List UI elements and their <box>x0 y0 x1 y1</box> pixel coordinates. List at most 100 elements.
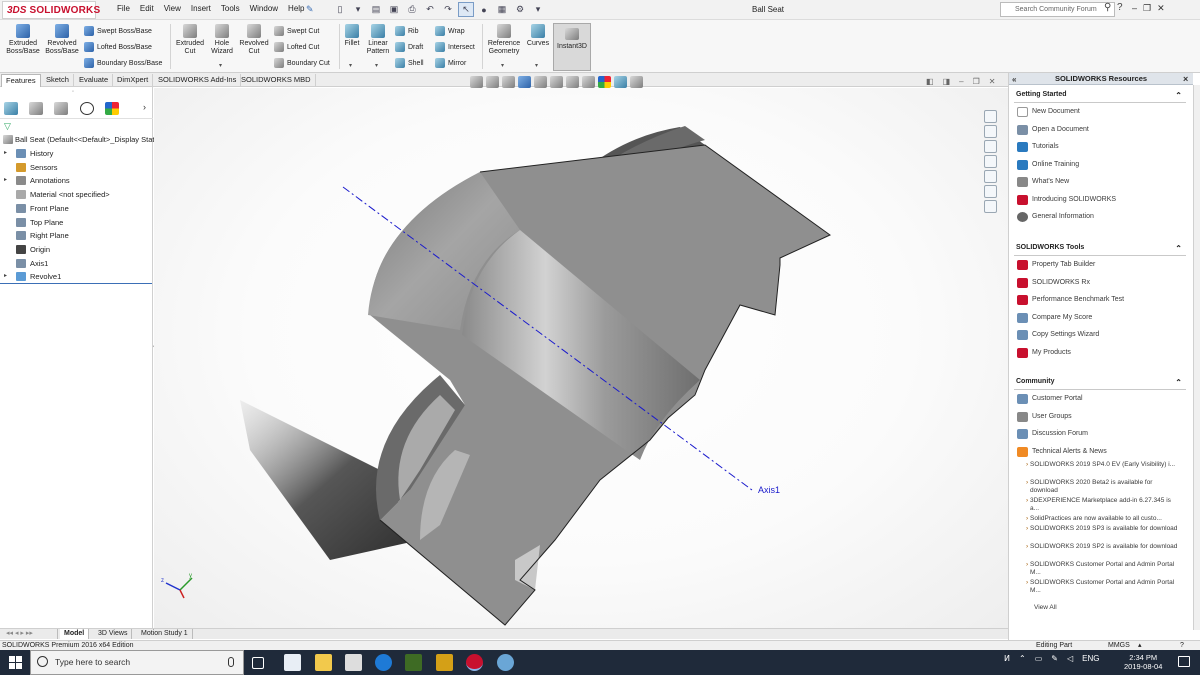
menu-view[interactable]: View <box>159 4 186 13</box>
news-item[interactable]: › SOLIDWORKS 2020 Beta2 is available for … <box>1026 479 1180 495</box>
rebuild-icon[interactable]: ● <box>476 2 492 17</box>
lofted-boss-button[interactable]: Lofted Boss/Base <box>84 42 152 52</box>
linear-pattern-button[interactable]: Linear Pattern <box>364 24 392 56</box>
task-pane-close-icon[interactable]: × <box>1183 73 1188 85</box>
boundary-boss-button[interactable]: Boundary Boss/Base <box>84 58 162 68</box>
rib-button[interactable]: Rib <box>395 26 419 36</box>
news-item[interactable]: › SOLIDWORKS 2019 SP2 is available for do… <box>1026 543 1180 551</box>
display-manager-tab-icon[interactable] <box>105 102 119 115</box>
rollback-bar[interactable] <box>0 283 152 284</box>
configurationmanager-tab-icon[interactable] <box>54 102 68 115</box>
instant3d-button[interactable]: Instant3D <box>553 23 591 71</box>
menu-insert[interactable]: Insert <box>186 4 216 13</box>
pen-icon[interactable]: ✎ <box>1051 654 1058 663</box>
action-center-icon[interactable] <box>1178 656 1190 667</box>
clock[interactable]: 2:34 PM 2019-08-04 <box>1124 653 1162 671</box>
custom-properties-icon[interactable] <box>984 185 997 198</box>
microphone-icon[interactable] <box>228 657 234 667</box>
tree-node-right-plane[interactable]: Right Plane <box>0 229 153 242</box>
tab-sketch[interactable]: Sketch <box>42 74 74 87</box>
view-settings-icon[interactable] <box>630 76 643 88</box>
tree-node-axis1[interactable]: Axis1 <box>0 257 153 270</box>
tree-node-sensors[interactable]: Sensors <box>0 161 153 174</box>
file-explorer-icon[interactable] <box>984 140 997 153</box>
help-icon[interactable]: ? <box>1117 2 1123 13</box>
hole-wizard-button[interactable]: Hole Wizard <box>208 24 236 56</box>
tab-dimxpert[interactable]: DimXpert <box>113 74 154 87</box>
section-view-icon[interactable] <box>518 76 531 88</box>
language-indicator[interactable]: ENG <box>1082 654 1099 663</box>
news-item[interactable]: › SOLIDWORKS Customer Portal and Admin Po… <box>1026 561 1180 577</box>
vpn-app-icon[interactable] <box>497 654 514 671</box>
news-item[interactable]: › SOLIDWORKS 2019 SP3 is available for do… <box>1026 525 1180 533</box>
tab-mbd[interactable]: SOLIDWORKS MBD <box>237 74 316 87</box>
undo-icon[interactable]: ↶ <box>422 2 438 17</box>
forum-icon[interactable] <box>984 200 997 213</box>
menu-window[interactable]: Window <box>245 4 283 13</box>
draft-button[interactable]: Draft <box>395 42 423 52</box>
expand-arrow-icon[interactable]: ▸ <box>4 147 7 160</box>
mail-icon[interactable] <box>345 654 362 671</box>
hole-wizard-dropdown-icon[interactable]: ▾ <box>219 62 222 69</box>
swept-boss-button[interactable]: Swept Boss/Base <box>84 26 152 36</box>
menu-edit[interactable]: Edit <box>135 4 159 13</box>
people-icon[interactable]: ⵍ <box>1004 654 1010 663</box>
hide-show-items-icon[interactable] <box>582 76 595 88</box>
tab-3d-views[interactable]: 3D Views <box>94 629 133 639</box>
revolved-boss-button[interactable]: Revolved Boss/Base <box>43 24 81 56</box>
viewport-close-icon[interactable]: ✕ <box>989 77 996 86</box>
axis-label[interactable]: Axis1 <box>758 485 780 495</box>
tree-node-annotations[interactable]: ▸ Annotations <box>0 174 153 187</box>
tree-node-revolve1[interactable]: ▸ Revolve1 <box>0 270 153 283</box>
appearances-icon[interactable] <box>984 170 997 183</box>
select-icon[interactable]: ↖ <box>458 2 474 17</box>
collapse-icon[interactable]: « <box>1012 74 1016 86</box>
view-all-link[interactable]: View All <box>1034 604 1184 612</box>
news-item[interactable]: › 3DEXPERIENCE Marketplace add-in 6.27.34… <box>1026 497 1180 513</box>
open-icon[interactable]: ▤ <box>368 2 384 17</box>
filter-icon[interactable]: ▽ <box>4 121 11 132</box>
view-orientation-icon[interactable] <box>550 76 563 88</box>
solidworks-logo[interactable]: 3DS SOLIDWORKS <box>2 1 100 19</box>
redo-icon[interactable]: ↷ <box>440 2 456 17</box>
wrap-button[interactable]: Wrap <box>435 26 465 36</box>
boundary-cut-button[interactable]: Boundary Cut <box>274 58 330 68</box>
save-icon[interactable]: ▣ <box>386 2 402 17</box>
dreamweaver-icon[interactable] <box>405 654 422 671</box>
edit-appearance-icon[interactable] <box>598 76 611 88</box>
tab-model[interactable]: Model <box>60 629 90 639</box>
graphics-area[interactable]: Axis1 y z <box>154 88 1008 628</box>
restore-view-icon[interactable]: ◨ <box>943 77 951 86</box>
view-palette-icon[interactable] <box>984 155 997 168</box>
minimize-icon[interactable]: – <box>1132 3 1137 14</box>
file-explorer-app-icon[interactable] <box>315 654 332 671</box>
linear-pattern-dropdown-icon[interactable]: ▾ <box>375 62 378 69</box>
store-icon[interactable] <box>284 654 301 671</box>
curves-dropdown-icon[interactable]: ▾ <box>535 62 538 69</box>
file-properties-icon[interactable]: ▦ <box>494 2 510 17</box>
tab-features[interactable]: Features <box>1 74 41 87</box>
news-item[interactable]: › SolidPractices are now available to all… <box>1026 515 1180 523</box>
panel-handle-icon[interactable]: ◦ <box>72 89 74 95</box>
intersect-button[interactable]: Intersect <box>435 42 475 52</box>
task-view-icon[interactable] <box>252 657 264 669</box>
display-style-icon[interactable] <box>566 76 579 88</box>
archive-app-icon[interactable] <box>436 654 453 671</box>
tab-evaluate[interactable]: Evaluate <box>75 74 114 87</box>
network-icon[interactable]: ▭ <box>1035 654 1043 663</box>
split-view-icon[interactable]: ◧ <box>926 77 934 86</box>
curves-button[interactable]: Curves <box>526 24 550 48</box>
fillet-dropdown-icon[interactable]: ▾ <box>349 62 352 69</box>
tab-motion-study[interactable]: Motion Study 1 <box>137 629 193 639</box>
shell-button[interactable]: Shell <box>395 58 424 68</box>
pin-icon[interactable]: ✎ <box>306 4 314 15</box>
collapse-chevron-icon[interactable]: ⌃ <box>1175 91 1182 100</box>
mirror-button[interactable]: Mirror <box>435 58 466 68</box>
tree-node-origin[interactable]: Origin <box>0 243 153 256</box>
dimxpert-tab-icon[interactable] <box>80 102 94 115</box>
viewport-minimize-icon[interactable]: – <box>959 77 963 86</box>
status-help-icon[interactable]: ? <box>1180 641 1184 650</box>
taskbar-search-input[interactable]: Type here to search <box>30 650 244 675</box>
fillet-button[interactable]: Fillet <box>342 24 362 48</box>
apply-scene-icon[interactable] <box>614 76 627 88</box>
